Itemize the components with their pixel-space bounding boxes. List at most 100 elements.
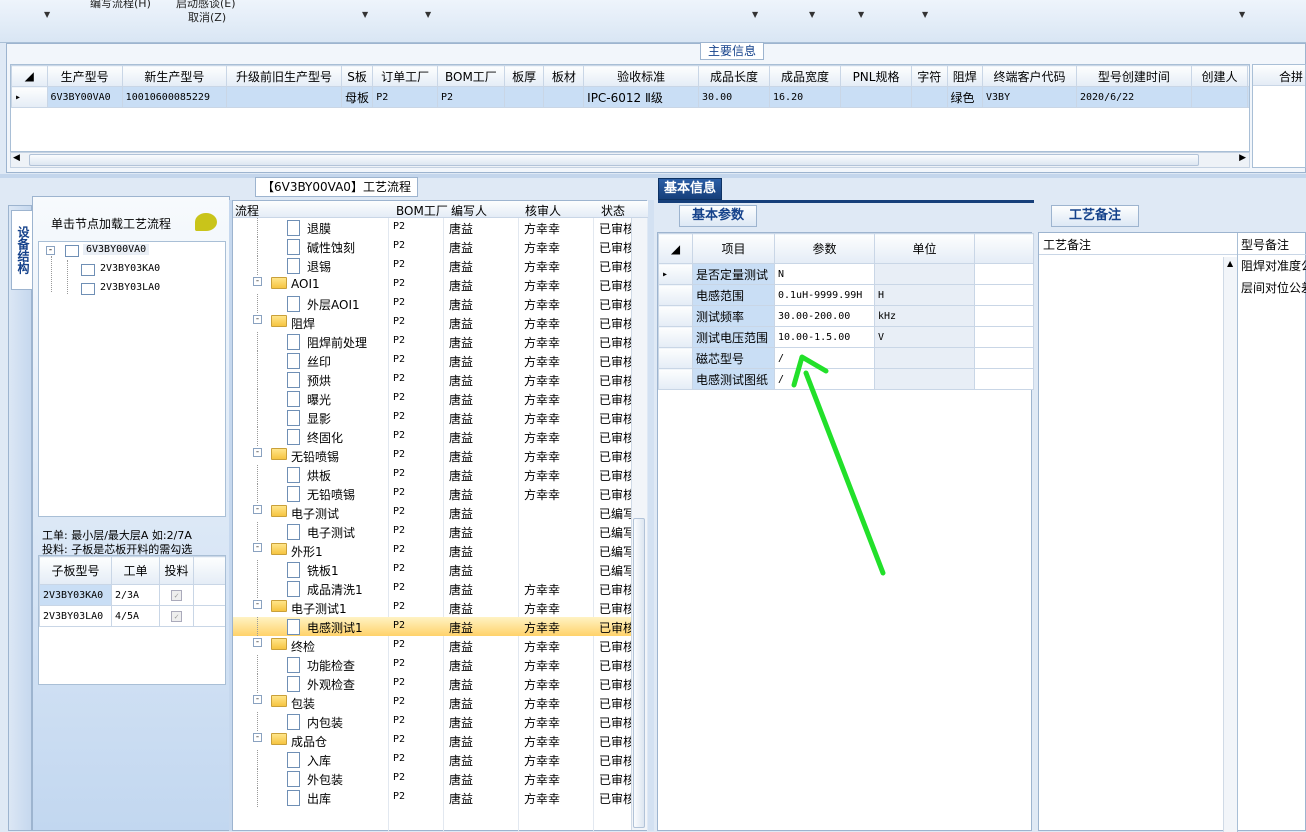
row-indicator[interactable]: ▸ — [11, 86, 48, 108]
cell[interactable]: P2 — [436, 86, 505, 108]
col-header[interactable]: 核审人 — [525, 202, 561, 219]
sub-board-model[interactable]: 2V3BY03KA0 — [39, 584, 112, 606]
param-value[interactable]: 0.1uH-9999.99H — [774, 284, 875, 306]
cell[interactable] — [840, 86, 913, 108]
chevron-down-icon[interactable]: ▼ — [752, 10, 758, 19]
col-header[interactable]: SO — [1247, 65, 1249, 87]
col-header[interactable]: 子板型号 — [39, 556, 112, 585]
flow-row[interactable]: 外层AOI1 P2 唐益 方幸幸 已审核 — [233, 294, 633, 313]
col-header[interactable]: 生产型号 — [46, 65, 123, 87]
collapse-icon[interactable]: - — [253, 315, 262, 324]
col-header[interactable]: 板材 — [543, 65, 585, 87]
tree-child[interactable]: 2V3BY03LA0 — [100, 282, 160, 293]
cell[interactable]: S0200902 — [1247, 86, 1249, 108]
param-row[interactable]: 测试频率 30.00-200.00 kHz — [658, 305, 1034, 327]
flow-row[interactable]: - 电子测试1 P2 唐益 方幸幸 已审核 — [233, 598, 633, 617]
col-header[interactable]: 终端客户代码 — [982, 65, 1077, 87]
col-header[interactable]: 项目 — [692, 233, 775, 264]
col-header[interactable]: 单位 — [874, 233, 975, 264]
chevron-down-icon[interactable]: ▼ — [1239, 10, 1245, 19]
row-indicator[interactable] — [658, 284, 693, 306]
flow-row[interactable]: - 终检 P2 唐益 方幸幸 已审核 — [233, 636, 633, 655]
feed-checkbox[interactable]: ✓ — [159, 605, 194, 627]
cell[interactable]: 30.00 — [698, 86, 771, 108]
col-header[interactable]: 字符 — [911, 65, 948, 87]
col-header[interactable]: 工单 — [111, 556, 160, 585]
flow-row[interactable]: - 外形1 P2 唐益 已编写 — [233, 541, 633, 560]
collapse-icon[interactable]: - — [253, 277, 262, 286]
menu-write-flow[interactable]: 编写流程(H) — [90, 0, 151, 11]
cell[interactable] — [543, 86, 585, 108]
collapse-icon[interactable]: - — [253, 600, 262, 609]
flow-row[interactable]: 无铅喷锡 P2 唐益 方幸幸 已审核 — [233, 484, 633, 503]
flow-row[interactable]: 阻焊前处理 P2 唐益 方幸幸 已审核 — [233, 332, 633, 351]
col-header[interactable]: 创建人 — [1190, 65, 1249, 87]
flow-row[interactable]: - AOI1 P2 唐益 方幸幸 已审核 — [233, 275, 633, 294]
cell[interactable]: 母板 — [340, 86, 374, 108]
col-header[interactable]: 投料 — [159, 556, 194, 585]
chevron-down-icon[interactable]: ▼ — [44, 10, 50, 19]
chevron-down-icon[interactable]: ▼ — [362, 10, 368, 19]
feed-checkbox[interactable]: ✓ — [159, 584, 194, 606]
flow-row[interactable]: 烘板 P2 唐益 方幸幸 已审核 — [233, 465, 633, 484]
collapse-icon[interactable]: - — [253, 638, 262, 647]
cell[interactable] — [1190, 86, 1249, 108]
flow-row[interactable]: 入库 P2 唐益 方幸幸 已审核 — [233, 750, 633, 769]
horizontal-scrollbar[interactable]: ◀ ▶ — [10, 152, 1250, 168]
flow-row[interactable]: 预烘 P2 唐益 方幸幸 已审核 — [233, 370, 633, 389]
sub-board-order[interactable]: 4/5A — [111, 605, 160, 627]
col-header[interactable]: 型号创建时间 — [1075, 65, 1192, 87]
col-header[interactable]: BOM工厂 — [436, 65, 505, 87]
col-header[interactable]: 成品宽度 — [769, 65, 842, 87]
param-row[interactable]: 电感范围 0.1uH-9999.99H H — [658, 284, 1034, 306]
basic-info-tab[interactable]: 基本信息 — [658, 178, 722, 200]
scroll-thumb[interactable] — [633, 518, 645, 828]
flow-row[interactable]: 铣板1 P2 唐益 已编写 — [233, 560, 633, 579]
cell[interactable] — [911, 86, 948, 108]
flow-row[interactable]: 电感测试1 P2 唐益 方幸幸 已审核 — [233, 617, 633, 636]
col-header[interactable]: 订单工厂 — [372, 65, 438, 87]
flow-row[interactable]: 显影 P2 唐益 方幸幸 已审核 — [233, 408, 633, 427]
flow-row[interactable]: 内包装 P2 唐益 方幸幸 已审核 — [233, 712, 633, 731]
collapse-icon[interactable]: - — [253, 505, 262, 514]
menu-cancel[interactable]: 取消(Z) — [188, 9, 226, 25]
flow-row[interactable]: 功能检查 P2 唐益 方幸幸 已审核 — [233, 655, 633, 674]
flow-row[interactable]: - 阻焊 P2 唐益 方幸幸 已审核 — [233, 313, 633, 332]
param-unit[interactable] — [874, 263, 975, 285]
tree-child[interactable]: 2V3BY03KA0 — [100, 263, 160, 274]
flow-row[interactable]: 电子测试 P2 唐益 已编写 — [233, 522, 633, 541]
vertical-scrollbar[interactable] — [631, 218, 647, 830]
equipment-structure-tab[interactable]: 设备结构 — [11, 210, 33, 290]
cell[interactable]: IPC-6012 Ⅱ级 — [583, 86, 700, 108]
col-header[interactable]: 新生产型号 — [121, 65, 228, 87]
collapse-icon[interactable]: - — [253, 695, 262, 704]
flow-row[interactable]: 终固化 P2 唐益 方幸幸 已审核 — [233, 427, 633, 446]
collapse-icon[interactable]: - — [253, 733, 262, 742]
flow-row[interactable]: - 无铅喷锡 P2 唐益 方幸幸 已审核 — [233, 446, 633, 465]
cell[interactable]: V3BY — [982, 86, 1077, 108]
param-row[interactable]: ▸ 是否定量测试 N — [658, 263, 1034, 285]
flow-row[interactable]: 退膜 P2 唐益 方幸幸 已审核 — [233, 218, 633, 237]
vertical-scrollbar[interactable]: ▲ — [1223, 257, 1237, 832]
chevron-down-icon[interactable]: ▼ — [809, 10, 815, 19]
scroll-thumb[interactable] — [29, 154, 1199, 166]
scroll-right-icon[interactable]: ▶ — [1239, 153, 1246, 163]
chevron-down-icon[interactable]: ▼ — [858, 10, 864, 19]
row-indicator[interactable] — [658, 347, 693, 369]
sub-board-model[interactable]: 2V3BY03LA0 — [39, 605, 112, 627]
param-value[interactable]: N — [774, 263, 875, 285]
flow-row[interactable]: 曝光 P2 唐益 方幸幸 已审核 — [233, 389, 633, 408]
cell[interactable] — [503, 86, 545, 108]
process-notes-tab[interactable]: 工艺备注 — [1051, 205, 1139, 227]
flow-row[interactable]: - 电子测试 P2 唐益 已编写 — [233, 503, 633, 522]
flow-row[interactable]: 外包装 P2 唐益 方幸幸 已审核 — [233, 769, 633, 788]
param-unit[interactable]: kHz — [874, 305, 975, 327]
cell[interactable]: 2020/6/22 — [1075, 86, 1192, 108]
col-header[interactable]: 参数 — [774, 233, 875, 264]
collapse-icon[interactable]: - — [46, 246, 55, 255]
col-header[interactable]: 状态 — [601, 202, 625, 219]
param-unit[interactable]: H — [874, 284, 975, 306]
cell[interactable]: 16.20 — [769, 86, 842, 108]
sub-board-order[interactable]: 2/3A — [111, 584, 160, 606]
row-indicator[interactable] — [658, 326, 693, 348]
